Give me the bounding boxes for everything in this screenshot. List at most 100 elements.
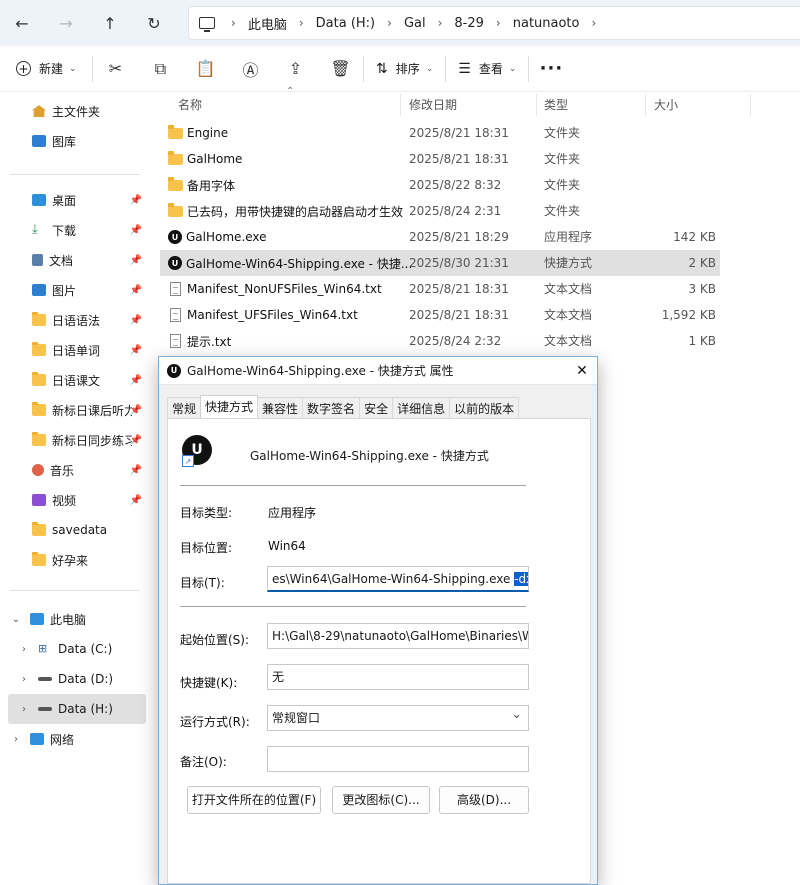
file-row-selected[interactable]: U GalHome-Win64-Shipping.exe - 快捷... 2025… [160, 250, 720, 276]
more-options-icon[interactable]: ··· [529, 58, 573, 79]
chevron-right-icon[interactable]: › [490, 16, 507, 30]
sidebar-item-home[interactable]: 主文件夹 [0, 96, 150, 126]
up-button[interactable]: ↑ [88, 0, 132, 46]
sidebar-item-videos[interactable]: 视频 📌 [0, 485, 150, 515]
sidebar-item-this-pc[interactable]: ⌄ 此电脑 [0, 604, 150, 634]
cut-icon[interactable]: ✂ [93, 46, 138, 91]
sort-button[interactable]: ⇅ 排序 ⌄ [364, 46, 445, 91]
sidebar-item-drive[interactable]: › ⊞ Data (C:) [0, 634, 150, 664]
advanced-button[interactable]: 高级(D)... [439, 786, 529, 814]
file-row[interactable]: 提示.txt 2025/8/24 2:32 文本文档 1 KB [160, 328, 720, 354]
chevron-down-icon: ⌄ [69, 63, 77, 74]
chevron-right-icon[interactable]: › [225, 16, 242, 30]
tab-shortcut[interactable]: 快捷方式 [200, 395, 259, 419]
pin-icon[interactable]: 📌 [130, 465, 142, 476]
music-icon [32, 464, 44, 476]
forward-button[interactable]: → [44, 0, 88, 46]
column-header-date[interactable]: 修改日期 [409, 96, 457, 116]
share-icon[interactable]: ⇪ [273, 46, 318, 91]
back-button[interactable]: ← [0, 0, 44, 46]
run-select[interactable]: 常规窗口 [267, 705, 529, 731]
pin-icon[interactable]: 📌 [130, 495, 142, 506]
file-row[interactable]: GalHome 2025/8/21 18:31 文件夹 [160, 146, 720, 172]
new-button[interactable]: + 新建 ⌄ [0, 46, 92, 91]
sidebar-item-desktop[interactable]: 桌面 📌 [0, 185, 150, 215]
breadcrumb-item[interactable]: Data (H:) [310, 16, 381, 31]
pin-icon[interactable]: 📌 [130, 255, 142, 266]
tab-general[interactable]: 常规 [167, 397, 202, 419]
tab-security[interactable]: 安全 [359, 397, 394, 419]
sidebar-item-pictures[interactable]: 图片 📌 [0, 275, 150, 305]
chevron-right-icon[interactable]: › [293, 16, 310, 30]
column-divider[interactable] [750, 94, 751, 116]
sidebar-item-music[interactable]: 音乐 📌 [0, 455, 150, 485]
sidebar-item-folder[interactable]: 好孕来 [0, 545, 150, 575]
chevron-right-icon[interactable]: › [16, 674, 32, 685]
chevron-right-icon[interactable]: › [586, 16, 603, 30]
pin-icon[interactable]: 📌 [130, 195, 142, 206]
breadcrumb-item[interactable]: 此电脑 [242, 14, 293, 33]
pin-icon[interactable]: 📌 [130, 225, 142, 236]
sidebar-item-folder[interactable]: 日语单词 📌 [0, 335, 150, 365]
chevron-right-icon[interactable]: › [16, 644, 32, 655]
pin-icon[interactable]: 📌 [130, 285, 142, 296]
open-file-location-button[interactable]: 打开文件所在的位置(F) [187, 786, 321, 814]
column-divider[interactable] [645, 94, 646, 116]
sidebar-item-downloads[interactable]: ⤓ 下载 📌 [0, 215, 150, 245]
sidebar-item-network[interactable]: › 网络 [0, 724, 150, 754]
sidebar-item-drive-selected[interactable]: › Data (H:) [8, 694, 146, 724]
tab-digital-signatures[interactable]: 数字签名 [302, 397, 361, 419]
sidebar-item-documents[interactable]: 文档 📌 [0, 245, 150, 275]
column-header-name[interactable]: 名称 [178, 96, 202, 116]
tab-details[interactable]: 详细信息 [392, 397, 451, 419]
pin-icon[interactable]: 📌 [130, 345, 142, 356]
dialog-title-bar[interactable]: U GalHome-Win64-Shipping.exe - 快捷方式 属性 [159, 357, 597, 385]
comment-input[interactable] [267, 746, 529, 772]
delete-icon[interactable]: 🗑 [318, 46, 363, 91]
breadcrumb-item[interactable]: 8-29 [448, 16, 490, 31]
view-button[interactable]: ☰ 查看 ⌄ [446, 46, 528, 91]
sidebar-item-folder[interactable]: 新标日同步练习 📌 [0, 425, 150, 455]
file-row[interactable]: Manifest_UFSFiles_Win64.txt 2025/8/21 18… [160, 302, 720, 328]
sidebar-item-gallery[interactable]: 图库 [0, 126, 150, 156]
column-header-size[interactable]: 大小 [654, 96, 678, 116]
pin-icon[interactable]: 📌 [130, 405, 142, 416]
pin-icon[interactable]: 📌 [130, 315, 142, 326]
target-input[interactable]: es\Win64\GalHome-Win64-Shipping.exe -dx1… [267, 566, 529, 592]
tab-previous-versions[interactable]: 以前的版本 [449, 397, 520, 419]
copy-icon[interactable]: ⧉ [138, 46, 183, 91]
breadcrumb-item[interactable]: Gal [398, 16, 432, 31]
file-row[interactable]: Engine 2025/8/21 18:31 文件夹 [160, 120, 720, 146]
chevron-right-icon[interactable]: › [16, 704, 32, 715]
sidebar-item-folder[interactable]: 日语语法 📌 [0, 305, 150, 335]
hotkey-input[interactable]: 无 [267, 664, 529, 690]
close-icon[interactable]: ✕ [567, 357, 597, 385]
address-bar[interactable]: › 此电脑 › Data (H:) › Gal › 8-29 › natunao… [188, 6, 800, 40]
column-divider[interactable] [400, 94, 401, 116]
paste-icon[interactable]: 📋 [183, 46, 228, 91]
rename-icon[interactable]: Ⓐ [228, 46, 273, 91]
file-row[interactable]: 备用字体 2025/8/22 8:32 文件夹 [160, 172, 720, 198]
start-in-input[interactable]: H:\Gal\8-29\natunaoto\GalHome\Binaries\W… [267, 623, 529, 649]
chevron-right-icon[interactable]: › [381, 16, 398, 30]
chevron-down-icon[interactable]: ⌄ [8, 614, 24, 625]
computer-icon [199, 17, 215, 32]
sidebar-item-folder[interactable]: 新标日课后听力 📌 [0, 395, 150, 425]
tab-compatibility[interactable]: 兼容性 [257, 397, 304, 419]
file-row[interactable]: Manifest_NonUFSFiles_Win64.txt 2025/8/21… [160, 276, 720, 302]
breadcrumb-item[interactable]: natunaoto [507, 16, 586, 31]
pin-icon[interactable]: 📌 [130, 375, 142, 386]
folder-icon [168, 150, 183, 165]
chevron-right-icon[interactable]: › [8, 734, 24, 745]
chevron-right-icon[interactable]: › [432, 16, 449, 30]
change-icon-button[interactable]: 更改图标(C)... [332, 786, 430, 814]
sidebar-item-folder[interactable]: savedata [0, 515, 150, 545]
file-row[interactable]: U GalHome.exe 2025/8/21 18:29 应用程序 142 KB [160, 224, 720, 250]
sidebar-item-drive[interactable]: › Data (D:) [0, 664, 150, 694]
refresh-button[interactable]: ↻ [132, 0, 176, 46]
column-divider[interactable] [536, 94, 537, 116]
column-header-type[interactable]: 类型 [544, 96, 568, 116]
pin-icon[interactable]: 📌 [130, 435, 142, 446]
sidebar-item-folder[interactable]: 日语课文 📌 [0, 365, 150, 395]
file-row[interactable]: 已去码，用带快捷键的启动器启动才生效 2025/8/24 2:31 文件夹 [160, 198, 720, 224]
